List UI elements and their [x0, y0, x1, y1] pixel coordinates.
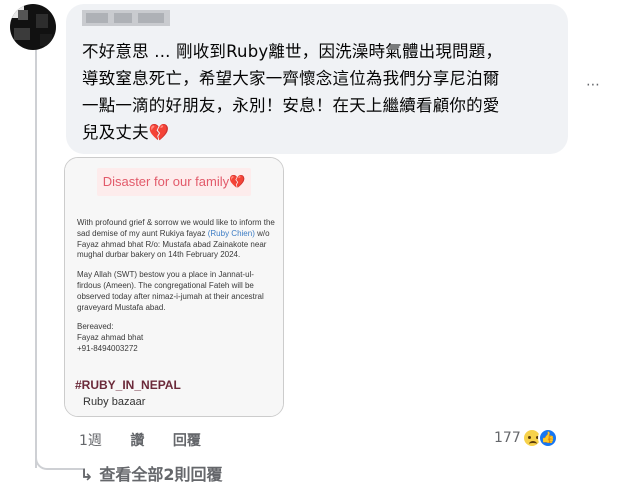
- view-replies-link[interactable]: ↳ 查看全部2則回覆: [80, 461, 223, 485]
- reaction-count: 177: [494, 430, 521, 446]
- image-text: Fayaz ahmad bhat: [77, 333, 144, 343]
- like-reaction-icon: 👍: [538, 428, 558, 448]
- comment-text: 不好意思 ... 剛收到Ruby離世，因洗澡時氣體出現問題， 導致窒息死亡，希望…: [82, 42, 503, 142]
- attached-image[interactable]: Disaster for our family💔 With profound g…: [64, 157, 284, 417]
- reply-button[interactable]: 回覆: [173, 433, 201, 449]
- thread-line: [35, 48, 37, 468]
- image-paragraph-1: With profound grief & sorrow we would li…: [77, 218, 277, 261]
- reply-arrow-icon: ↳: [80, 465, 94, 484]
- image-highlight-text: (Ruby Chien): [207, 228, 255, 238]
- more-options-icon[interactable]: ⋯: [586, 77, 600, 93]
- comment-actions: 1週 讚 回覆: [79, 430, 225, 450]
- image-hashtag: #RUBY_IN_NEPAL: [75, 378, 181, 392]
- timestamp-link[interactable]: 1週: [79, 433, 102, 449]
- thread-connector: [35, 448, 83, 470]
- image-body-text: With profound grief & sorrow we would li…: [77, 218, 277, 364]
- author-name-blurred[interactable]: [82, 10, 170, 26]
- avatar[interactable]: [10, 4, 56, 50]
- view-replies-label: 查看全部2則回覆: [99, 465, 223, 484]
- image-text: Bereaved:: [77, 322, 114, 332]
- image-text: +91-8494003272: [77, 343, 138, 353]
- image-subtitle: Ruby bazaar: [83, 396, 146, 408]
- image-paragraph-3: Bereaved: Fayaz ahmad bhat +91-8494003272: [77, 322, 277, 354]
- like-button[interactable]: 讚: [130, 433, 144, 449]
- image-banner: Disaster for our family💔: [97, 168, 251, 196]
- image-paragraph-2: May Allah (SWT) bestow you a place in Ja…: [77, 270, 264, 312]
